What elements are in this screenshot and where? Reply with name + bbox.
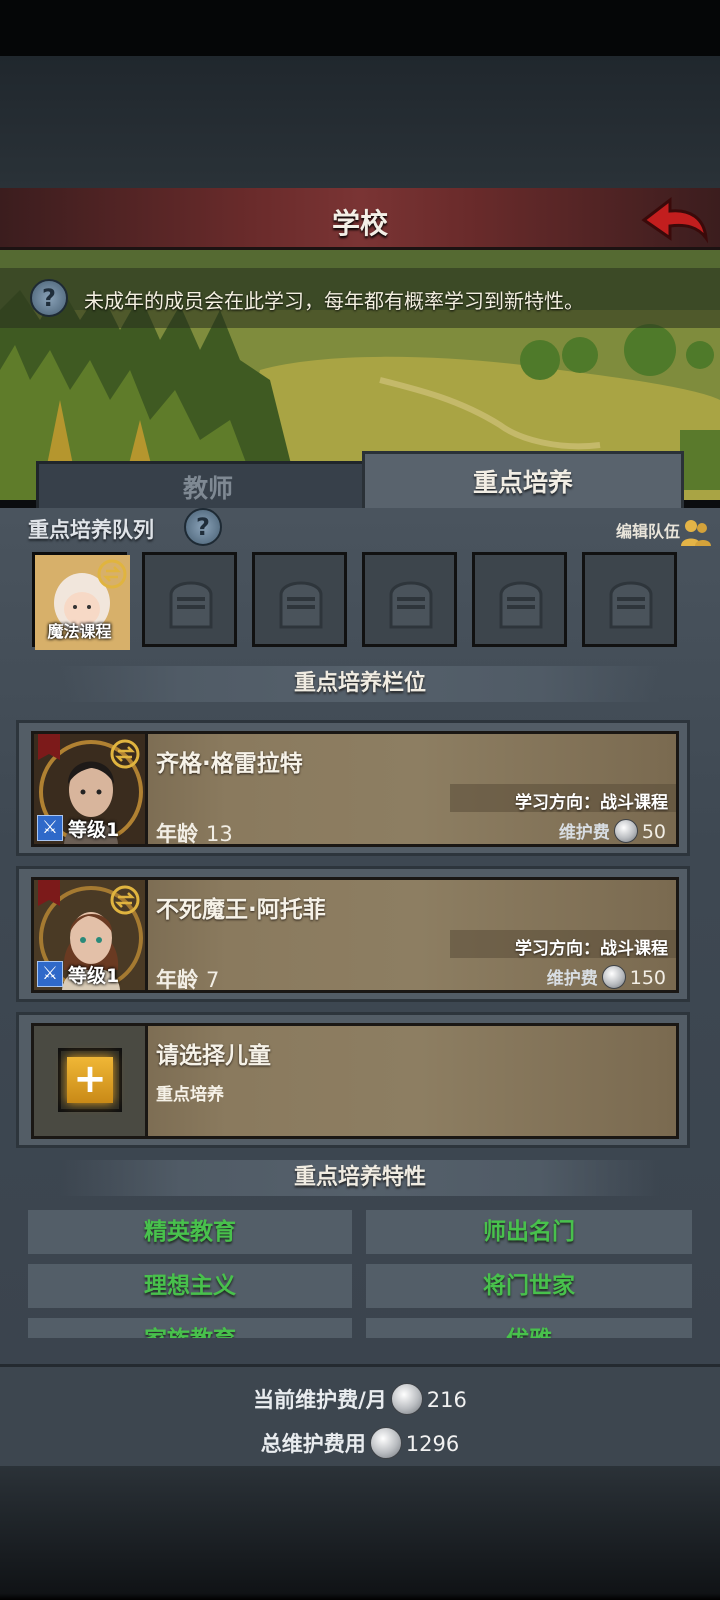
empty-slot-subtitle: 重点培养	[156, 1085, 224, 1105]
child-age: 年龄 7	[156, 964, 219, 994]
study-direction: 学习方向：战斗课程	[515, 793, 668, 813]
queue-slot-4[interactable]	[362, 552, 457, 647]
info-text: 未成年的成员会在此学习，每年都有概率学习到新特性。	[84, 289, 584, 313]
tab-focus-training[interactable]: 重点培养	[362, 451, 684, 511]
queue-slot-2[interactable]	[142, 552, 237, 647]
monthly-fee-row: 当前维护费/月 216	[0, 1383, 720, 1415]
trait-item[interactable]: 师出名门	[366, 1210, 692, 1254]
age-value: 13	[206, 822, 233, 846]
silver-coin-icon	[390, 1383, 423, 1415]
child-level: 等级1	[68, 965, 120, 987]
study-direction: 学习方向：战斗课程	[515, 939, 668, 959]
slots-section-title: 重点培养栏位	[293, 671, 426, 696]
add-child-button[interactable]: +	[58, 1048, 122, 1112]
age-label: 年龄	[156, 822, 198, 846]
trait-item[interactable]: 家族教育	[28, 1318, 352, 1338]
tab-teacher[interactable]: 教师	[36, 461, 380, 511]
fee-label: 维护费	[558, 823, 610, 843]
bottom-background	[0, 1466, 720, 1600]
helmet-placeholder-icon	[389, 581, 433, 629]
helmet-placeholder-icon	[609, 581, 653, 629]
sword-class-icon: ⚔	[37, 815, 63, 841]
trait-item[interactable]: 理想主义	[28, 1264, 352, 1308]
age-value: 7	[206, 968, 220, 992]
total-fee-row: 总维护费用 1296	[0, 1427, 720, 1459]
queue-slot-6[interactable]	[582, 552, 677, 647]
total-fee-value: 1296	[405, 1432, 460, 1456]
helmet-placeholder-icon	[169, 581, 213, 629]
monthly-fee-label: 当前维护费/月	[253, 1388, 387, 1412]
child-name: 齐格·格雷拉特	[156, 751, 303, 777]
silver-coin-icon	[369, 1427, 402, 1459]
fee-value: 50	[641, 821, 666, 843]
sword-class-icon: ⚔	[37, 961, 63, 987]
empty-portrait: +	[34, 1026, 148, 1136]
tab-bar: 教师 重点培养	[28, 451, 692, 511]
child-name: 不死魔王·阿托菲	[156, 897, 326, 923]
maintenance-fee: 维护费 150	[547, 964, 666, 989]
back-arrow-icon[interactable]	[640, 194, 710, 246]
fee-label: 维护费	[546, 969, 598, 989]
helmet-placeholder-icon	[499, 581, 543, 629]
queue-slot-1[interactable]: 魔法课程	[32, 552, 130, 650]
queue-slot-3[interactable]	[252, 552, 347, 647]
traits-section-header: 重点培养特性	[0, 1156, 720, 1200]
page-title: 学校	[331, 207, 388, 240]
title-bar: 学校	[0, 188, 720, 250]
top-background	[0, 0, 720, 190]
fee-value: 150	[629, 967, 666, 989]
swap-icon[interactable]	[109, 738, 141, 770]
silver-coin-icon	[613, 819, 638, 843]
queue-title: 重点培养队列	[28, 518, 154, 542]
child-card-2[interactable]: ⚔ 等级1 不死魔王·阿托菲 学习方向：战斗课程 年龄 7 维护费 150	[16, 866, 690, 1002]
total-fee-label: 总维护费用	[260, 1432, 366, 1456]
queue-slot-5[interactable]	[472, 552, 567, 647]
swap-icon[interactable]	[97, 559, 127, 589]
monthly-fee-value: 216	[426, 1388, 467, 1412]
helmet-placeholder-icon	[279, 581, 323, 629]
queue-slot-label: 魔法课程	[47, 622, 112, 641]
trait-item[interactable]: 将门世家	[366, 1264, 692, 1308]
age-label: 年龄	[156, 968, 198, 992]
edit-team-button[interactable]: 编辑队伍	[616, 518, 680, 542]
empty-slot-card[interactable]: + 请选择儿童 重点培养	[16, 1012, 690, 1148]
info-row: ? 未成年的成员会在此学习，每年都有概率学习到新特性。	[0, 268, 720, 328]
queue-help-icon[interactable]: ?	[184, 508, 222, 546]
screen: 学校 ? 未成年的成员会在此学习，每年都有概率学习到新特性。 教师 重点培养 重…	[0, 0, 720, 1600]
swap-icon[interactable]	[109, 884, 141, 916]
child-card-1[interactable]: ⚔ 等级1 齐格·格雷拉特 学习方向：战斗课程 年龄 13 维护费 50	[16, 720, 690, 856]
main-panel: 重点培养队列 ? 编辑队伍 魔法课程 重点培养栏位 ⚔ 等级1 齐格·格雷拉特 …	[0, 508, 720, 1364]
child-portrait: ⚔ 等级1	[34, 880, 148, 990]
help-icon[interactable]: ?	[30, 279, 68, 317]
fee-footer: 当前维护费/月 216 总维护费用 1296	[0, 1364, 720, 1468]
trait-item[interactable]: 优雅	[366, 1318, 692, 1338]
traits-section-title: 重点培养特性	[293, 1165, 426, 1190]
trait-item[interactable]: 精英教育	[28, 1210, 352, 1254]
silver-coin-icon	[601, 965, 626, 989]
child-portrait: ⚔ 等级1	[34, 734, 148, 844]
child-age: 年龄 13	[156, 818, 233, 848]
team-people-icon[interactable]	[680, 518, 712, 548]
empty-slot-title: 请选择儿童	[156, 1043, 271, 1069]
plus-icon: +	[67, 1057, 113, 1103]
slots-section-header: 重点培养栏位	[0, 662, 720, 706]
child-level: 等级1	[68, 819, 120, 841]
maintenance-fee: 维护费 50	[559, 818, 666, 843]
